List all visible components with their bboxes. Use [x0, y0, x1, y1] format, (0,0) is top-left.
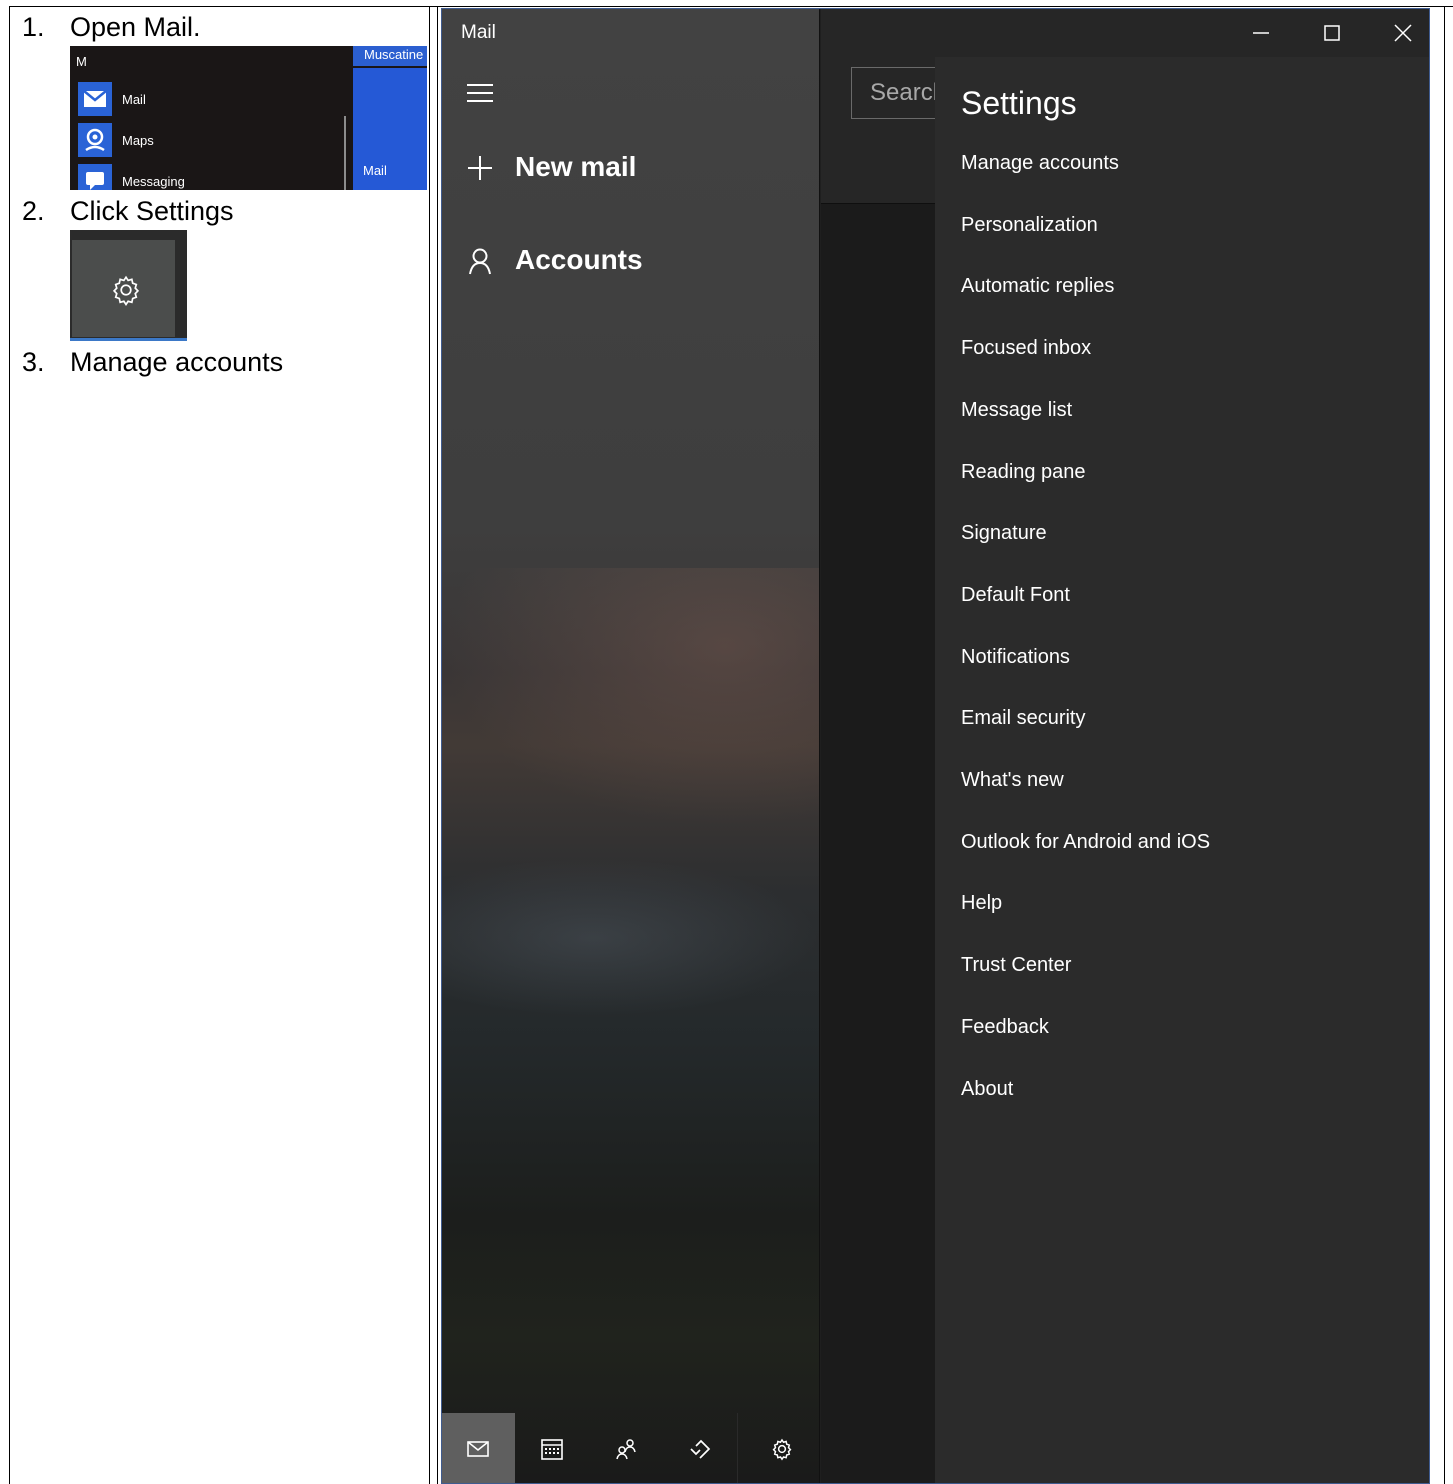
step-text: Manage accounts: [70, 347, 284, 377]
settings-item-signature[interactable]: Signature: [961, 522, 1047, 545]
settings-item-email-security[interactable]: Email security: [961, 707, 1085, 730]
settings-item-about[interactable]: About: [961, 1078, 1013, 1101]
close-icon: [1394, 24, 1412, 42]
background-image: [441, 858, 820, 1018]
scrollbar[interactable]: [344, 116, 346, 190]
table-mid-border: [429, 6, 430, 1484]
start-menu-item-mail[interactable]: Mail: [76, 82, 346, 118]
start-menu-screenshot: M Mail Maps Messaging Muscatine Mail: [70, 46, 427, 190]
step-number: 1.: [22, 12, 45, 42]
settings-item-reading-pane[interactable]: Reading pane: [961, 461, 1086, 484]
settings-item-focused-inbox[interactable]: Focused inbox: [961, 337, 1091, 360]
calendar-switch-button[interactable]: [515, 1413, 589, 1484]
live-tile-label: Mail: [363, 163, 387, 178]
background-image: [441, 568, 820, 828]
table-left-border: [9, 6, 10, 1484]
settings-switch-button[interactable]: [745, 1413, 819, 1484]
accounts-button[interactable]: Accounts: [461, 242, 801, 282]
people-switch-button[interactable]: [589, 1413, 663, 1484]
start-menu-item-maps[interactable]: Maps: [76, 123, 346, 159]
new-mail-button[interactable]: New mail: [461, 149, 801, 189]
mail-switch-button[interactable]: [441, 1413, 515, 1484]
table-mid-border-2: [437, 6, 438, 1484]
todo-switch-button[interactable]: [663, 1413, 737, 1484]
settings-item-trust-center[interactable]: Trust Center: [961, 954, 1071, 977]
close-button[interactable]: [1383, 18, 1423, 48]
settings-button-screenshot: [70, 230, 187, 341]
navigation-pane: Mail New mail Accounts: [441, 8, 820, 1484]
mail-app-window: Mail New mail Accounts Search Settings M…: [441, 8, 1430, 1484]
app-switcher-bar: [441, 1413, 820, 1484]
hamburger-menu-icon[interactable]: [467, 84, 493, 102]
start-menu-item-messaging[interactable]: Messaging: [76, 164, 346, 190]
plus-icon: [468, 156, 492, 180]
mail-icon: [467, 1441, 489, 1457]
start-menu-item-label: Maps: [122, 133, 154, 148]
settings-button[interactable]: [72, 240, 175, 337]
new-mail-label: New mail: [515, 151, 637, 182]
settings-item-message-list[interactable]: Message list: [961, 399, 1072, 422]
maps-icon: [78, 123, 112, 157]
step-text: Click Settings: [70, 196, 234, 226]
maximize-icon: [1324, 25, 1340, 41]
divider: [737, 1413, 738, 1484]
settings-item-what-s-new[interactable]: What's new: [961, 769, 1064, 792]
pane-divider: [819, 8, 820, 1484]
settings-item-default-font[interactable]: Default Font: [961, 584, 1070, 607]
table-right-border: [1444, 6, 1445, 1484]
minimize-button[interactable]: [1241, 18, 1281, 48]
settings-item-personalization[interactable]: Personalization: [961, 214, 1098, 237]
todo-icon: [690, 1439, 711, 1459]
calendar-icon: [541, 1439, 563, 1460]
minimize-icon: [1253, 32, 1269, 34]
settings-item-automatic-replies[interactable]: Automatic replies: [961, 275, 1114, 298]
group-letter: M: [76, 54, 87, 69]
person-icon: [469, 248, 491, 275]
maximize-button[interactable]: [1312, 18, 1352, 48]
settings-title: Settings: [961, 85, 1077, 121]
people-icon: [616, 1439, 636, 1460]
mail-icon: [78, 82, 112, 116]
settings-flyout: Settings Manage accounts Personalization A…: [935, 57, 1430, 1484]
settings-item-help[interactable]: Help: [961, 892, 1002, 915]
gear-icon: [112, 275, 140, 306]
step-number: 3.: [22, 347, 45, 377]
live-tile-weather[interactable]: Muscatine: [353, 46, 427, 66]
start-menu-item-label: Mail: [122, 92, 146, 107]
live-tile-mail[interactable]: Mail: [353, 68, 427, 190]
focus-underline: [70, 338, 187, 341]
settings-item-manage-accounts[interactable]: Manage accounts: [961, 152, 1119, 175]
step-number: 2.: [22, 196, 45, 226]
messaging-icon: [78, 164, 112, 190]
start-menu-item-label: Messaging: [122, 174, 185, 189]
app-title: Mail: [461, 22, 496, 43]
settings-item-feedback[interactable]: Feedback: [961, 1016, 1049, 1039]
settings-item-outlook-for-android-and-ios[interactable]: Outlook for Android and iOS: [961, 831, 1210, 854]
table-top-border: [9, 6, 1453, 7]
step-text: Open Mail.: [70, 12, 201, 42]
accounts-label: Accounts: [515, 244, 643, 275]
gear-icon: [772, 1438, 792, 1461]
settings-item-notifications[interactable]: Notifications: [961, 646, 1070, 669]
